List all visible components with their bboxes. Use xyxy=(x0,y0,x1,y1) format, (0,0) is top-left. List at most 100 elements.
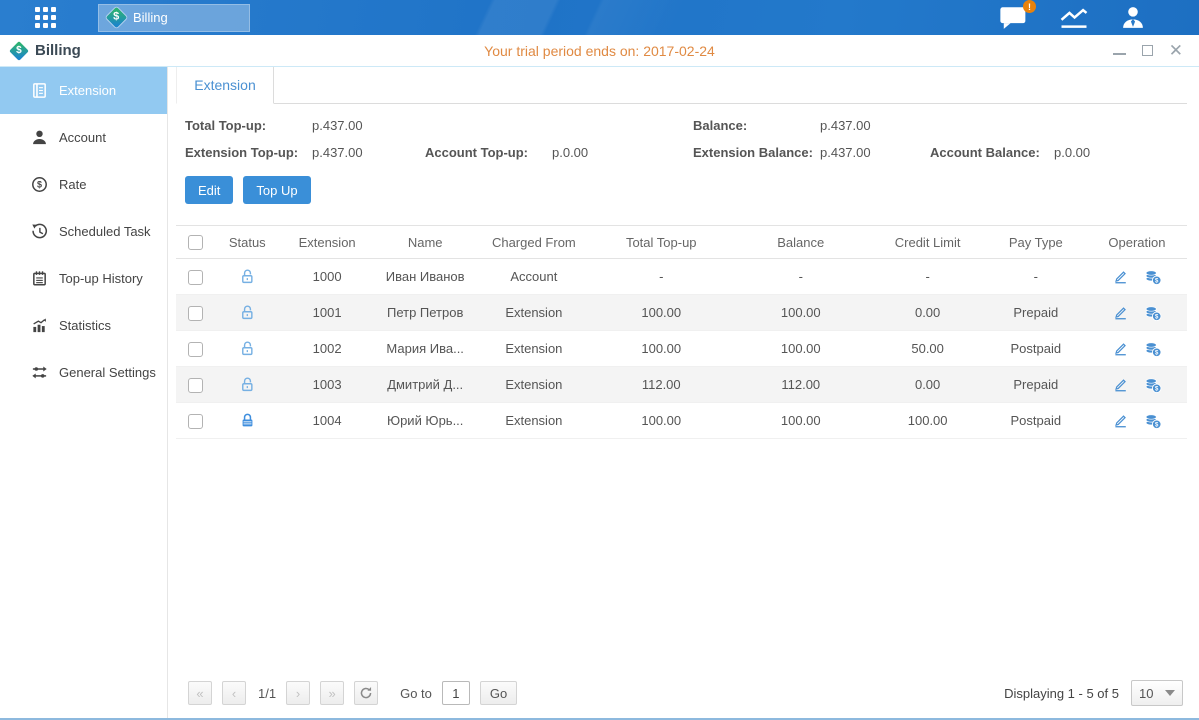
top-up-coins-icon[interactable]: $ xyxy=(1144,376,1162,394)
dollar-circle-icon: $ xyxy=(31,176,48,193)
sidebar-item-rate[interactable]: $ Rate xyxy=(0,161,167,208)
stat-value: p.0.00 xyxy=(1054,145,1090,160)
stat-account-topup: Account Top-up: p.0.00 xyxy=(425,145,693,160)
minimize-icon[interactable] xyxy=(1113,53,1126,55)
select-all-checkbox[interactable] xyxy=(188,235,203,250)
ledger-icon xyxy=(31,82,48,99)
refresh-button[interactable] xyxy=(354,681,378,705)
top-up-coins-icon[interactable]: $ xyxy=(1144,412,1162,430)
app-root: $ Billing ! $ Billing Your trial period … xyxy=(0,0,1199,720)
top-up-coins-icon[interactable]: $ xyxy=(1144,304,1162,322)
stat-value: p.437.00 xyxy=(820,145,871,160)
main-content: Extension Total Top-up: p.437.00 Balance… xyxy=(168,67,1199,718)
sidebar-item-scheduled-task[interactable]: Scheduled Task xyxy=(0,208,167,255)
charged-from-cell: Extension xyxy=(476,331,591,367)
clock-history-icon xyxy=(31,223,48,240)
billing-diamond-icon: $ xyxy=(106,7,127,28)
sidebar-item-label: Account xyxy=(59,130,106,145)
app-launcher-grid-icon[interactable] xyxy=(35,7,56,28)
stat-label: Account Top-up: xyxy=(425,145,552,160)
col-name: Name xyxy=(374,226,476,259)
credit-limit-cell: - xyxy=(871,259,985,295)
billing-window: $ Billing Your trial period ends on: 201… xyxy=(0,35,1199,720)
total-topup-cell: - xyxy=(591,259,731,295)
first-page-button[interactable]: « xyxy=(188,681,212,705)
operation-cell: $ xyxy=(1087,259,1187,295)
sidebar-item-topup-history[interactable]: Top-up History xyxy=(0,255,167,302)
stat-label: Account Balance: xyxy=(930,145,1054,160)
balance-cell: 100.00 xyxy=(731,295,871,331)
last-page-button[interactable]: » xyxy=(320,681,344,705)
sidebar-item-extension[interactable]: Extension xyxy=(0,67,167,114)
goto-label: Go to xyxy=(400,686,432,701)
edit-pencil-icon[interactable] xyxy=(1112,304,1129,321)
top-up-coins-icon[interactable]: $ xyxy=(1144,340,1162,358)
row-checkbox[interactable] xyxy=(188,270,203,285)
taskbar: $ Billing ! xyxy=(0,0,1199,35)
table-row: 1001 Петр Петров Extension 100.00 100.00… xyxy=(176,295,1187,331)
sidebar-item-account[interactable]: Account xyxy=(0,114,167,161)
col-pay-type: Pay Type xyxy=(985,226,1087,259)
balance-cell: 100.00 xyxy=(731,331,871,367)
row-checkbox[interactable] xyxy=(188,306,203,321)
taskbar-tab-billing[interactable]: $ Billing xyxy=(98,4,250,32)
pay-type-cell: - xyxy=(985,259,1087,295)
stat-label: Extension Top-up: xyxy=(185,145,312,160)
sidebar-item-label: Scheduled Task xyxy=(59,224,151,239)
total-topup-cell: 100.00 xyxy=(591,295,731,331)
goto-page-input[interactable] xyxy=(442,681,470,705)
charged-from-cell: Extension xyxy=(476,403,591,439)
col-balance: Balance xyxy=(731,226,871,259)
lock-open-icon[interactable] xyxy=(239,376,256,393)
sidebar-item-label: Rate xyxy=(59,177,86,192)
top-up-coins-icon[interactable]: $ xyxy=(1144,268,1162,286)
extension-cell: 1004 xyxy=(280,403,374,439)
stats-panel: Total Top-up: p.437.00 Balance: p.437.00… xyxy=(176,104,1187,160)
go-button[interactable]: Go xyxy=(480,681,517,705)
status-cell xyxy=(214,367,280,403)
extension-cell: 1000 xyxy=(280,259,374,295)
page-size-dropdown[interactable]: 10 xyxy=(1131,680,1183,706)
pay-type-cell: Prepaid xyxy=(985,367,1087,403)
window-title-group: $ Billing xyxy=(0,42,81,59)
taskbar-tab-label: Billing xyxy=(133,10,168,25)
maximize-icon[interactable] xyxy=(1142,45,1153,56)
sidebar-item-label: Extension xyxy=(59,83,116,98)
page-indicator: 1/1 xyxy=(258,686,276,701)
tab-extension[interactable]: Extension xyxy=(176,67,274,104)
next-page-button[interactable]: › xyxy=(286,681,310,705)
operation-cell: $ xyxy=(1087,403,1187,439)
edit-pencil-icon[interactable] xyxy=(1112,268,1129,285)
lock-closed-icon[interactable] xyxy=(239,412,256,429)
edit-pencil-icon[interactable] xyxy=(1112,376,1129,393)
refresh-icon xyxy=(359,686,373,700)
row-checkbox[interactable] xyxy=(188,414,203,429)
stat-value: p.437.00 xyxy=(312,145,363,160)
notifications-message-icon[interactable]: ! xyxy=(999,5,1029,30)
edit-pencil-icon[interactable] xyxy=(1112,340,1129,357)
edit-button[interactable]: Edit xyxy=(185,176,233,204)
sidebar-item-label: General Settings xyxy=(59,365,156,380)
close-icon[interactable]: ✕ xyxy=(1169,42,1183,59)
lock-open-icon[interactable] xyxy=(239,304,256,321)
transfer-arrows-icon xyxy=(31,364,48,381)
content-spacer xyxy=(176,439,1187,674)
row-checkbox[interactable] xyxy=(188,342,203,357)
content-tabbar: Extension xyxy=(176,67,1187,104)
extensions-table: Status Extension Name Charged From Total… xyxy=(176,225,1187,439)
window-title: Billing xyxy=(35,42,81,59)
edit-pencil-icon[interactable] xyxy=(1112,412,1129,429)
top-up-button[interactable]: Top Up xyxy=(243,176,310,204)
lock-open-icon[interactable] xyxy=(239,268,256,285)
sidebar-item-statistics[interactable]: Statistics xyxy=(0,302,167,349)
prev-page-button[interactable]: ‹ xyxy=(222,681,246,705)
stat-extension-balance: Extension Balance: p.437.00 xyxy=(693,145,930,160)
row-checkbox[interactable] xyxy=(188,378,203,393)
reports-chart-icon[interactable] xyxy=(1059,5,1089,30)
name-cell: Мария Ива... xyxy=(374,331,476,367)
sidebar-item-general-settings[interactable]: General Settings xyxy=(0,349,167,396)
credit-limit-cell: 50.00 xyxy=(871,331,985,367)
trial-notice: Your trial period ends on: 2017-02-24 xyxy=(484,43,715,59)
user-account-icon[interactable] xyxy=(1119,5,1147,30)
lock-open-icon[interactable] xyxy=(239,340,256,357)
